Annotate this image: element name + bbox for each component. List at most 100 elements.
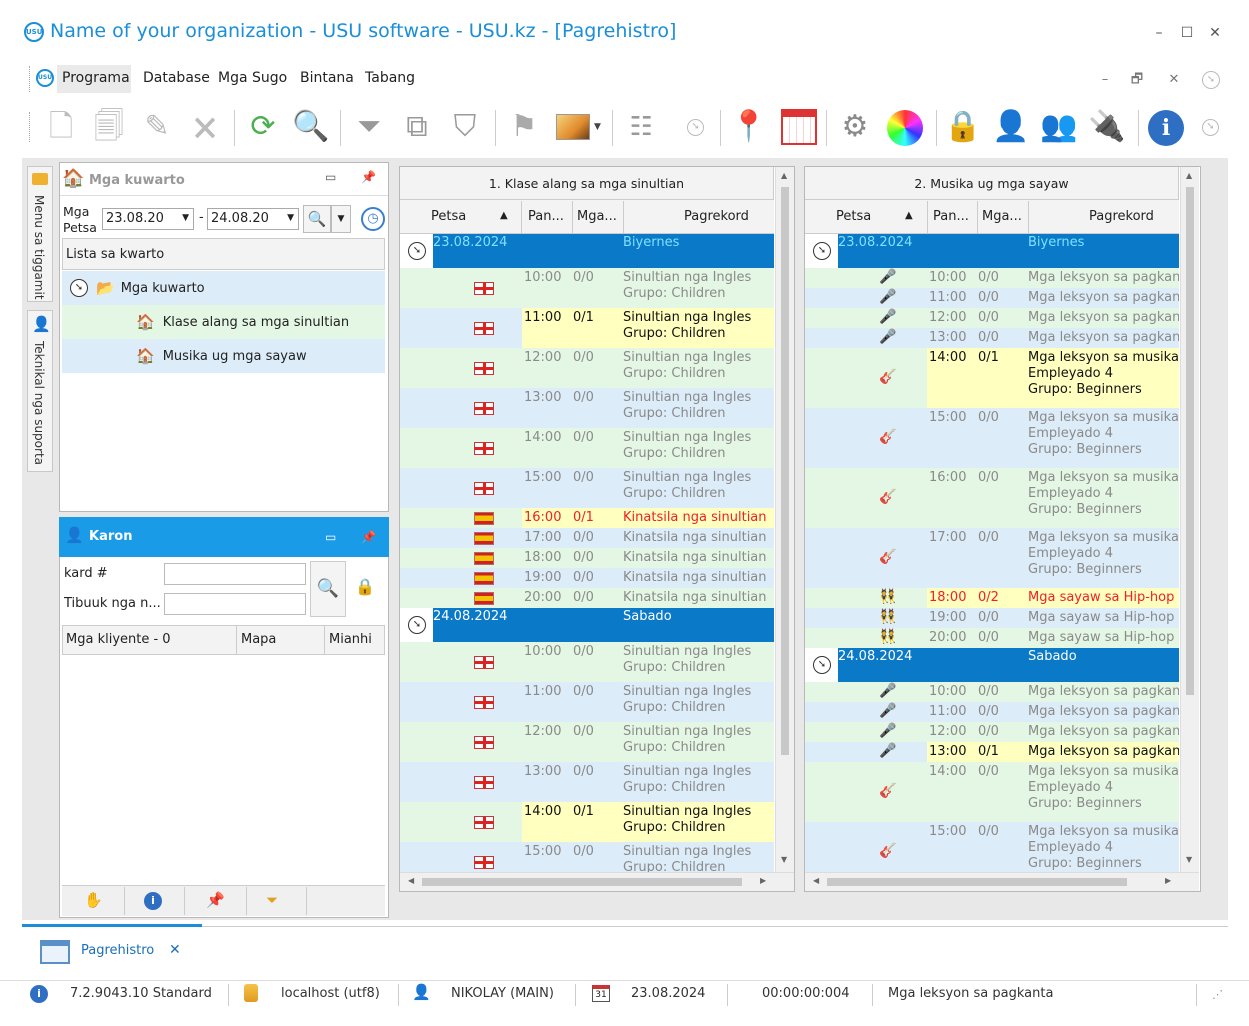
mdi-close-button[interactable]: ✕ [1164, 70, 1184, 90]
mdi-minimize-button[interactable]: – [1095, 70, 1115, 90]
time-column-header[interactable]: Pan... [933, 209, 969, 224]
schedule-row[interactable]: 18:00 0/0 Kinatsila nga sinultian [400, 548, 774, 568]
filter-icon[interactable]: ⏷ [348, 106, 390, 148]
horizontal-scrollbar[interactable]: ◀ ▶ [400, 872, 794, 891]
schedule-row[interactable]: 🎸 15:00 0/0 Mga leksyon sa musika Empleyado … [805, 822, 1179, 872]
date-to-picker[interactable]: 24.08.20 ▼ [207, 208, 299, 230]
schedule-row[interactable]: 👯 18:00 0/2 Mga sayaw sa Hip-hop [805, 588, 1179, 608]
scroll-thumb[interactable] [781, 187, 789, 755]
scroll-thumb[interactable] [1186, 187, 1194, 695]
collapse-icon[interactable]: ➘ [408, 616, 426, 634]
tab-pagrehistro[interactable]: Pagrehistro ✕ [22, 924, 202, 978]
schedule-row[interactable]: 🎤 11:00 0/0 Mga leksyon sa pagkanta [805, 288, 1179, 308]
schedule-row[interactable]: 🎤 12:00 0/0 Mga leksyon sa pagkanta [805, 308, 1179, 328]
schedule-row[interactable]: 14:00 0/1 Sinultian nga Ingles Grupo: Child… [400, 802, 774, 842]
client-search-button[interactable]: 🔍 [310, 561, 346, 617]
edit-record-icon[interactable]: ✎ [136, 106, 178, 148]
schedule-row[interactable]: 17:00 0/0 Kinatsila nga sinultian [400, 528, 774, 548]
scroll-right-icon[interactable]: ▶ [1165, 876, 1171, 885]
tab-close-icon[interactable]: ✕ [169, 942, 181, 958]
resize-grip-icon[interactable]: ⋰ [1212, 988, 1223, 1001]
plugin-icon[interactable]: 🔌 [1086, 106, 1128, 148]
settings-gear-icon[interactable]: ⚙ [834, 106, 876, 148]
schedule-row[interactable]: 11:00 0/0 Sinultian nga Ingles Grupo: Child… [400, 682, 774, 722]
record-column-header[interactable]: Pagrekord [684, 209, 749, 224]
collapse-icon[interactable]: ➘ [70, 279, 88, 297]
calendar-icon[interactable] [781, 109, 817, 145]
scroll-right-icon[interactable]: ▶ [760, 876, 766, 885]
tree-row-language-class[interactable]: 🏠 Klase alang sa mga sinultian [62, 305, 385, 339]
schedule-row[interactable]: 20:00 0/0 Kinatsila nga sinultian [400, 588, 774, 608]
filter-settings-icon[interactable]: ⧉ [396, 106, 438, 148]
map-pin-icon[interactable]: 📍 [728, 106, 770, 148]
clients-column-header[interactable]: Mga kliyente - 0 [66, 632, 171, 647]
close-button[interactable]: ✕ [1204, 22, 1226, 44]
schedule-row[interactable]: 🎤 13:00 0/1 Mga leksyon sa pagkanta [805, 742, 1179, 762]
filter-icon[interactable]: ⏷ [266, 891, 278, 909]
schedule-row[interactable]: 🎤 10:00 0/0 Mga leksyon sa pagkanta [805, 682, 1179, 702]
panel-pin-icon[interactable]: 📌 [361, 530, 376, 544]
card-number-input[interactable] [164, 563, 306, 585]
schedule-row[interactable]: 15:00 0/0 Sinultian nga Ingles Grupo: Child… [400, 468, 774, 508]
lock-icon[interactable]: 🔒 [355, 577, 375, 596]
count-column-header[interactable]: Mga... [982, 209, 1022, 224]
users-group-icon[interactable]: 👥 [1038, 106, 1080, 148]
horizontal-scrollbar[interactable]: ◀ ▶ [805, 872, 1199, 891]
count-column-header[interactable]: Mga... [577, 209, 617, 224]
vertical-scrollbar[interactable]: ▲ ▼ [1180, 167, 1199, 872]
schedule-row[interactable]: 👯 20:00 0/0 Mga sayaw sa Hip-hop [805, 628, 1179, 648]
day-group-row[interactable]: ➘ 23.08.2024 Biyernes [400, 234, 774, 268]
info-icon[interactable]: i [144, 892, 162, 910]
copy-record-icon[interactable]: 🗐 [88, 106, 130, 148]
date-from-picker[interactable]: 23.08.20 ▼ [102, 208, 194, 230]
schedule-row[interactable]: 🎸 16:00 0/0 Mga leksyon sa musika Empleyado … [805, 468, 1179, 528]
schedule-row[interactable]: 🎤 13:00 0/0 Mga leksyon sa pagkanta [805, 328, 1179, 348]
image-picker-dropdown-icon[interactable]: ▼ [594, 122, 601, 132]
schedule-row[interactable]: 13:00 0/0 Sinultian nga Ingles Grupo: Child… [400, 762, 774, 802]
time-column-header[interactable]: Pan... [528, 209, 564, 224]
record-column-header[interactable]: Pagrekord [1089, 209, 1154, 224]
schedule-row[interactable]: 🎸 17:00 0/0 Mga leksyon sa musika Empleyado … [805, 528, 1179, 588]
schedule-row[interactable]: 🎤 11:00 0/0 Mga leksyon sa pagkanta [805, 702, 1179, 722]
tree-row-music-dance[interactable]: 🏠 Musika ug mga sayaw [62, 339, 385, 373]
scroll-thumb[interactable] [422, 878, 742, 886]
full-name-input[interactable] [164, 593, 306, 615]
scroll-thumb[interactable] [827, 878, 1127, 886]
menu-bintana[interactable]: Bintana [300, 70, 354, 86]
day-group-row[interactable]: ➘ 24.08.2024 Sabado [805, 648, 1179, 682]
menu-more-icon[interactable]: ➘ [1202, 71, 1220, 89]
lock-icon[interactable]: 🔒 [942, 106, 984, 148]
schedule-row[interactable]: 11:00 0/1 Sinultian nga Ingles Grupo: Child… [400, 308, 774, 348]
scroll-up-icon[interactable]: ▲ [781, 171, 787, 180]
color-wheel-icon[interactable] [887, 110, 923, 146]
schedule-row[interactable]: 🎤 10:00 0/0 Mga leksyon sa pagkanta [805, 268, 1179, 288]
scroll-left-icon[interactable]: ◀ [813, 876, 819, 885]
collapse-icon[interactable]: ➘ [813, 242, 831, 260]
panel-maximize-icon[interactable]: ▭ [325, 530, 336, 544]
delete-record-icon[interactable]: 🗙 [184, 106, 226, 148]
map-column-header[interactable]: Mapa [241, 632, 276, 647]
menu-database[interactable]: Database [143, 70, 210, 86]
schedule-row[interactable]: 15:00 0/0 Sinultian nga Ingles Grupo: Child… [400, 842, 774, 872]
toolbar-more-icon[interactable]: ➘ [687, 119, 704, 136]
schedule-row[interactable]: 12:00 0/0 Sinultian nga Ingles Grupo: Child… [400, 722, 774, 762]
day-group-row[interactable]: ➘ 24.08.2024 Sabado [400, 608, 774, 642]
day-group-row[interactable]: ➘ 23.08.2024 Biyernes [805, 234, 1179, 268]
menu-tabang[interactable]: Tabang [365, 70, 415, 86]
scroll-down-icon[interactable]: ▼ [1186, 855, 1192, 864]
tree-row-root[interactable]: ➘ 📂 Mga kuwarto [62, 271, 385, 305]
flag-icon[interactable]: ⚑ [503, 106, 545, 148]
schedule-row[interactable]: 🎸 15:00 0/0 Mga leksyon sa musika Empleyado … [805, 408, 1179, 468]
search-dates-button[interactable]: 🔍 [303, 205, 331, 233]
collapse-icon[interactable]: ➘ [408, 242, 426, 260]
image-picker-icon[interactable] [556, 114, 590, 140]
collapse-icon[interactable]: ➘ [813, 656, 831, 674]
sidebar-tab-user-menu[interactable]: Menu sa tiggamit [27, 166, 53, 302]
toolbar-overflow-icon[interactable]: ➘ [1202, 119, 1219, 136]
hand-icon[interactable]: ✋ [84, 891, 103, 909]
scroll-left-icon[interactable]: ◀ [408, 876, 414, 885]
column-chooser-icon[interactable]: ☷ [620, 106, 662, 148]
menu-mga-sugo[interactable]: Mga Sugo [218, 70, 287, 86]
schedule-row[interactable]: 19:00 0/0 Kinatsila nga sinultian [400, 568, 774, 588]
menu-programa[interactable]: Programa [62, 70, 130, 86]
